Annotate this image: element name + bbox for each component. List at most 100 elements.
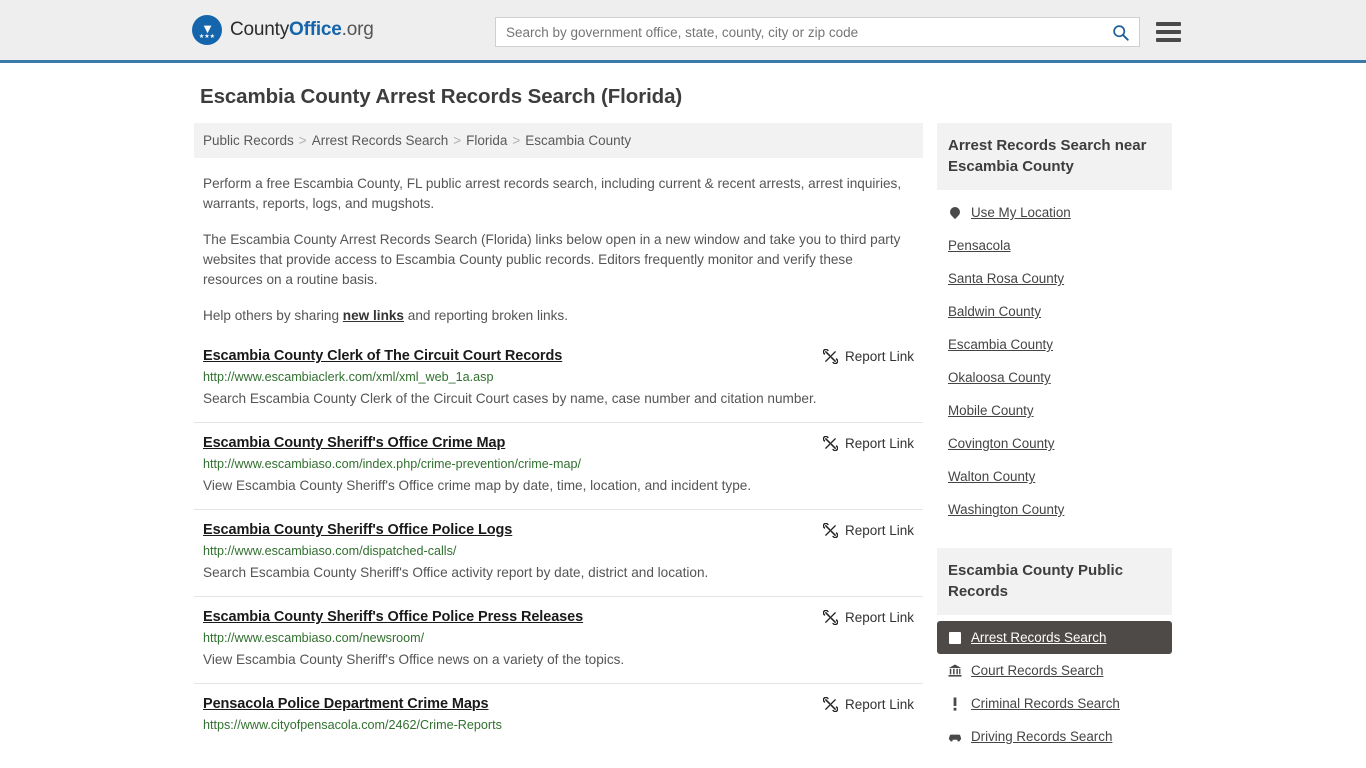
breadcrumb-item-florida[interactable]: Florida bbox=[466, 133, 507, 148]
sidebar-item-washington-county[interactable]: Washington County bbox=[937, 493, 1172, 526]
hamburger-bar bbox=[1156, 30, 1181, 34]
sidebar-public-records-block: Escambia County Public Records Arrest Re… bbox=[937, 548, 1172, 753]
result-description: View Escambia County Sheriff's Office cr… bbox=[203, 478, 752, 493]
report-link-label: Report Link bbox=[844, 697, 914, 712]
broken-link-icon bbox=[822, 697, 838, 712]
sidebar-item-label[interactable]: Walton County bbox=[948, 469, 1035, 484]
result-item: Escambia County Clerk of The Circuit Cou… bbox=[194, 348, 923, 423]
result-title-link[interactable]: Escambia County Sheriff's Office Crime M… bbox=[203, 435, 505, 451]
sidebar-item-criminal-records-search[interactable]: Criminal Records Search bbox=[937, 687, 1172, 720]
breadcrumb-separator: > bbox=[512, 133, 521, 148]
report-link-button[interactable]: Report Link bbox=[822, 697, 914, 712]
search-box bbox=[495, 17, 1140, 47]
sidebar-item-label[interactable]: Pensacola bbox=[948, 238, 1011, 253]
report-link-button[interactable]: Report Link bbox=[822, 523, 914, 538]
site-header: ▼ ★★★ CountyOffice.org bbox=[0, 0, 1366, 63]
sidebar-item-mobile-county[interactable]: Mobile County bbox=[937, 394, 1172, 427]
result-url: http://www.escambiaso.com/dispatched-cal… bbox=[203, 544, 457, 558]
intro-paragraph-3: Help others by sharing new links and rep… bbox=[203, 306, 914, 326]
sidebar-nearby-block: Arrest Records Search near Escambia Coun… bbox=[937, 123, 1172, 526]
hamburger-menu-icon[interactable] bbox=[1156, 22, 1181, 42]
sidebar-item-label[interactable]: Okaloosa County bbox=[948, 370, 1051, 385]
result-title-link[interactable]: Escambia County Sheriff's Office Police … bbox=[203, 522, 512, 538]
breadcrumb-item-arrest-records-search[interactable]: Arrest Records Search bbox=[312, 133, 449, 148]
result-description: Search Escambia County Sheriff's Office … bbox=[203, 565, 709, 580]
search-input[interactable] bbox=[496, 18, 1101, 46]
result-header: Escambia County Clerk of The Circuit Cou… bbox=[203, 348, 914, 364]
report-link-label: Report Link bbox=[844, 349, 914, 364]
intro-section: Perform a free Escambia County, FL publi… bbox=[194, 174, 923, 326]
breadcrumb-item-public-records[interactable]: Public Records bbox=[203, 133, 294, 148]
sidebar-item-use-my-location[interactable]: Use My Location bbox=[937, 196, 1172, 229]
page-body: Escambia County Arrest Records Search (F… bbox=[0, 63, 1366, 756]
sidebar-item-walton-county[interactable]: Walton County bbox=[937, 460, 1172, 493]
logo-text-part3: .org bbox=[341, 19, 374, 40]
result-item: Pensacola Police Department Crime Maps R… bbox=[194, 696, 923, 744]
breadcrumb-item-escambia-county[interactable]: Escambia County bbox=[525, 133, 631, 148]
results-list: Escambia County Clerk of The Circuit Cou… bbox=[194, 348, 923, 744]
sidebar-item-baldwin-county[interactable]: Baldwin County bbox=[937, 295, 1172, 328]
sidebar-item-label[interactable]: Use My Location bbox=[971, 205, 1071, 220]
result-title-link[interactable]: Escambia County Clerk of The Circuit Cou… bbox=[203, 348, 562, 364]
sidebar-item-santa-rosa-county[interactable]: Santa Rosa County bbox=[937, 262, 1172, 295]
hamburger-bar bbox=[1156, 38, 1181, 42]
hamburger-bar bbox=[1156, 22, 1181, 26]
sidebar-item-label[interactable]: Baldwin County bbox=[948, 304, 1041, 319]
broken-link-icon bbox=[822, 523, 838, 538]
result-title-link[interactable]: Pensacola Police Department Crime Maps bbox=[203, 696, 489, 712]
broken-link-icon bbox=[822, 436, 838, 451]
sidebar-item-covington-county[interactable]: Covington County bbox=[937, 427, 1172, 460]
fingerprint-card-icon bbox=[948, 631, 962, 644]
result-description: View Escambia County Sheriff's Office ne… bbox=[203, 652, 625, 667]
map-pin-icon bbox=[947, 204, 963, 220]
eagle-icon: ▼ ★★★ bbox=[192, 15, 222, 45]
sidebar-nearby-heading: Arrest Records Search near Escambia Coun… bbox=[937, 123, 1172, 190]
main-column: Public Records > Arrest Records Search > Flo… bbox=[194, 123, 923, 756]
result-item: Escambia County Sheriff's Office Crime M… bbox=[194, 435, 923, 510]
result-title-link[interactable]: Escambia County Sheriff's Office Police … bbox=[203, 609, 583, 625]
report-link-button[interactable]: Report Link bbox=[822, 610, 914, 625]
search-icon bbox=[1112, 24, 1129, 41]
new-links-link[interactable]: new links bbox=[343, 308, 404, 323]
breadcrumb-separator: > bbox=[453, 133, 462, 148]
result-header: Escambia County Sheriff's Office Police … bbox=[203, 522, 914, 538]
broken-link-icon bbox=[822, 610, 838, 625]
search-button[interactable] bbox=[1101, 18, 1139, 46]
logo-text-part1: County bbox=[230, 19, 290, 40]
report-link-button[interactable]: Report Link bbox=[822, 349, 914, 364]
car-icon bbox=[948, 732, 962, 742]
intro-text-before: Help others by sharing bbox=[203, 308, 343, 323]
sidebar-item-label[interactable]: Mobile County bbox=[948, 403, 1034, 418]
sidebar-item-label[interactable]: Washington County bbox=[948, 502, 1064, 517]
sidebar-item-label[interactable]: Court Records Search bbox=[971, 663, 1103, 678]
logo-text-part2: Office bbox=[289, 19, 342, 40]
sidebar-item-pensacola[interactable]: Pensacola bbox=[937, 229, 1172, 262]
content-container: Escambia County Arrest Records Search (F… bbox=[194, 85, 1172, 756]
page-title: Escambia County Arrest Records Search (F… bbox=[200, 85, 683, 108]
sidebar-item-label[interactable]: Arrest Records Search bbox=[971, 630, 1106, 645]
result-url: https://www.cityofpensacola.com/2462/Cri… bbox=[203, 718, 502, 732]
sidebar-item-okaloosa-county[interactable]: Okaloosa County bbox=[937, 361, 1172, 394]
breadcrumb: Public Records > Arrest Records Search > Flo… bbox=[194, 123, 923, 158]
broken-link-icon bbox=[822, 349, 838, 364]
sidebar-item-label[interactable]: Santa Rosa County bbox=[948, 271, 1064, 286]
sidebar-item-driving-records-search[interactable]: Driving Records Search bbox=[937, 720, 1172, 753]
stars-icon: ★★★ bbox=[198, 33, 216, 40]
sidebar-item-court-records-search[interactable]: Court Records Search bbox=[937, 654, 1172, 687]
sidebar-item-label[interactable]: Escambia County bbox=[948, 337, 1053, 352]
site-logo[interactable]: ▼ ★★★ CountyOffice.org bbox=[192, 15, 374, 45]
sidebar-item-label[interactable]: Criminal Records Search bbox=[971, 696, 1120, 711]
sidebar-public-records-heading: Escambia County Public Records bbox=[937, 548, 1172, 615]
sidebar-item-label[interactable]: Driving Records Search bbox=[971, 729, 1112, 744]
sidebar-item-arrest-records-search[interactable]: Arrest Records Search bbox=[937, 621, 1172, 654]
intro-text-after: and reporting broken links. bbox=[404, 308, 568, 323]
report-link-label: Report Link bbox=[844, 436, 914, 451]
sidebar-item-label[interactable]: Covington County bbox=[948, 436, 1054, 451]
exclamation-icon bbox=[948, 697, 962, 711]
two-column-layout: Public Records > Arrest Records Search > Flo… bbox=[194, 123, 1172, 756]
breadcrumb-separator: > bbox=[298, 133, 307, 148]
result-item: Escambia County Sheriff's Office Police … bbox=[194, 609, 923, 684]
sidebar-item-escambia-county[interactable]: Escambia County bbox=[937, 328, 1172, 361]
result-url: http://www.escambiaclerk.com/xml/xml_web… bbox=[203, 370, 494, 384]
report-link-button[interactable]: Report Link bbox=[822, 436, 914, 451]
